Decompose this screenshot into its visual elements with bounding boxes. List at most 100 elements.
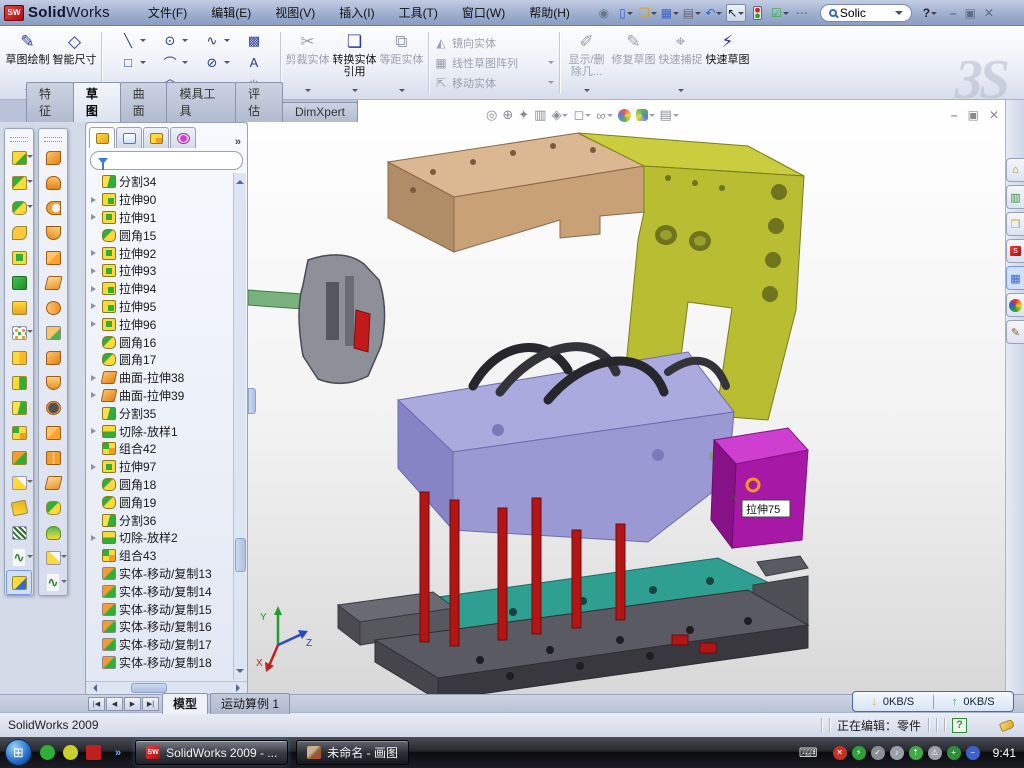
- tab-configurationmanager[interactable]: [143, 127, 169, 148]
- command-big-button[interactable]: ✎ 修复草图: [610, 28, 657, 97]
- status-help-icon[interactable]: ?: [952, 718, 967, 733]
- feature-tree-item[interactable]: 圆角17: [90, 351, 247, 369]
- toolbar-button[interactable]: [6, 320, 32, 345]
- tree-filter-box[interactable]: [90, 151, 243, 170]
- toolbar-button[interactable]: [6, 270, 32, 295]
- model-tan-block[interactable]: [388, 133, 644, 252]
- tab-propertymanager[interactable]: [116, 127, 142, 148]
- toolbar-button[interactable]: [40, 470, 66, 495]
- sketch-entity-icon[interactable]: ∿: [191, 30, 233, 52]
- scroll-up-icon[interactable]: [236, 176, 244, 184]
- expand-arrow-icon[interactable]: [90, 286, 99, 292]
- sketch-entity-icon[interactable]: ⌒: [149, 52, 191, 74]
- expand-arrow-icon[interactable]: [90, 250, 99, 256]
- command-big-button[interactable]: ❏ 转换实体引用: [331, 28, 378, 97]
- toolbar-button[interactable]: [40, 370, 66, 395]
- scroll-right-icon[interactable]: [236, 684, 244, 692]
- feature-tree-item[interactable]: 圆角19: [90, 493, 247, 511]
- feature-tree-item[interactable]: 拉伸97: [90, 458, 247, 476]
- titlebar-tool-icon[interactable]: ▯: [616, 4, 636, 22]
- document-tab[interactable]: 模型: [162, 693, 208, 714]
- toolbar-button[interactable]: [40, 420, 66, 445]
- scroll-left-icon[interactable]: [89, 684, 97, 692]
- toolbar-button[interactable]: [40, 320, 66, 345]
- heads-up-icon[interactable]: [636, 109, 655, 121]
- expand-arrow-icon[interactable]: [90, 392, 99, 398]
- feature-tree-item[interactable]: 拉伸92: [90, 244, 247, 262]
- scroll-thumb[interactable]: [131, 683, 167, 693]
- toolbar-button[interactable]: [6, 470, 32, 495]
- feature-tree-item[interactable]: 拉伸95: [90, 298, 247, 316]
- toolbar-button[interactable]: [6, 145, 32, 170]
- help-button[interactable]: ?: [920, 4, 940, 22]
- expand-arrow-icon[interactable]: [90, 321, 99, 327]
- document-control-button[interactable]: –: [951, 108, 958, 122]
- toolbar-button[interactable]: [40, 170, 66, 195]
- toolbar-button[interactable]: [6, 420, 32, 445]
- ribbon-tab[interactable]: 模具工具: [166, 82, 236, 122]
- command-big-button[interactable]: ✂ 剪裁实体: [284, 28, 331, 97]
- heads-up-icon[interactable]: [618, 109, 631, 122]
- start-button[interactable]: ⊞: [5, 739, 32, 766]
- titlebar-tool-icon[interactable]: ◉: [594, 4, 614, 22]
- command-big-button[interactable]: ⧉ 等距实体: [378, 28, 425, 97]
- feature-tree-item[interactable]: 组合43: [90, 547, 247, 565]
- toolbar-button[interactable]: ∿: [6, 545, 32, 570]
- feature-tree-item[interactable]: 分割34: [90, 173, 247, 191]
- window-control-button[interactable]: –: [950, 6, 957, 20]
- window-control-button[interactable]: ▣: [965, 6, 976, 20]
- toolbar-button[interactable]: [40, 245, 66, 270]
- heads-up-icon[interactable]: ▥: [534, 107, 546, 123]
- toolbar-button[interactable]: ∿: [40, 570, 66, 595]
- feature-tree-item[interactable]: 实体-移动/复制16: [90, 618, 247, 636]
- feature-tree-item[interactable]: 圆角18: [90, 476, 247, 494]
- heads-up-icon[interactable]: ◻: [573, 107, 591, 123]
- quick-launch-icon[interactable]: [40, 745, 55, 760]
- toolbar-button[interactable]: [6, 220, 32, 245]
- menu-item[interactable]: 编辑(E): [201, 1, 261, 24]
- menu-item[interactable]: 文件(F): [138, 1, 197, 24]
- expand-arrow-icon[interactable]: [90, 214, 99, 220]
- feature-tree-item[interactable]: 拉伸93: [90, 262, 247, 280]
- toolbar-button[interactable]: [6, 520, 32, 545]
- toolbar-button[interactable]: [40, 395, 66, 420]
- tab-nav-button[interactable]: ▶|: [142, 697, 159, 711]
- task-pane-tab[interactable]: ⌂: [1006, 158, 1024, 182]
- tag-icon[interactable]: [999, 718, 1015, 732]
- toolbar-button[interactable]: [6, 370, 32, 395]
- expand-arrow-icon[interactable]: [90, 197, 99, 203]
- task-pane-tab[interactable]: [1006, 293, 1024, 317]
- feature-tree-item[interactable]: 拉伸94: [90, 280, 247, 298]
- quick-launch-icon[interactable]: [63, 745, 78, 760]
- toolbar-button[interactable]: [6, 495, 32, 520]
- toolbar-button[interactable]: [40, 195, 66, 220]
- sketch-entity-icon[interactable]: A: [233, 52, 275, 74]
- titlebar-tool-icon[interactable]: ☑: [770, 4, 790, 22]
- scroll-down-icon[interactable]: [236, 669, 244, 677]
- toolbar-button[interactable]: [6, 570, 32, 595]
- tab-nav-button[interactable]: |◀: [88, 697, 105, 711]
- feature-tree-item[interactable]: 分割35: [90, 404, 247, 422]
- document-control-button[interactable]: ✕: [989, 108, 999, 122]
- titlebar-tool-icon[interactable]: ↶: [704, 4, 724, 22]
- quick-launch-more-icon[interactable]: »: [115, 747, 121, 759]
- titlebar-tool-icon[interactable]: ⋯: [792, 4, 812, 22]
- toolbar-button[interactable]: [40, 295, 66, 320]
- expand-arrow-icon[interactable]: [90, 535, 99, 541]
- ribbon-tab[interactable]: DimXpert: [282, 102, 358, 122]
- tray-icon[interactable]: ♪: [890, 746, 904, 760]
- expand-arrow-icon[interactable]: [90, 268, 99, 274]
- tray-icon[interactable]: ✕: [833, 746, 847, 760]
- toolbar-button[interactable]: [6, 345, 32, 370]
- toolbar-button[interactable]: [40, 345, 66, 370]
- expand-arrow-icon[interactable]: [90, 375, 99, 381]
- feature-tree-item[interactable]: 实体-移动/复制18: [90, 654, 247, 672]
- feature-tree-item[interactable]: 拉伸91: [90, 209, 247, 227]
- menu-item[interactable]: 插入(I): [329, 1, 384, 24]
- expand-arrow-icon[interactable]: [90, 464, 99, 470]
- tray-icon[interactable]: ⚡: [852, 746, 866, 760]
- taskbar-window-button[interactable]: SW SolidWorks 2009 - ...: [135, 740, 288, 765]
- command-row-button[interactable]: ⇱ 移动实体: [432, 74, 556, 92]
- tree-vertical-scrollbar[interactable]: [233, 173, 246, 680]
- search-box[interactable]: [820, 4, 912, 22]
